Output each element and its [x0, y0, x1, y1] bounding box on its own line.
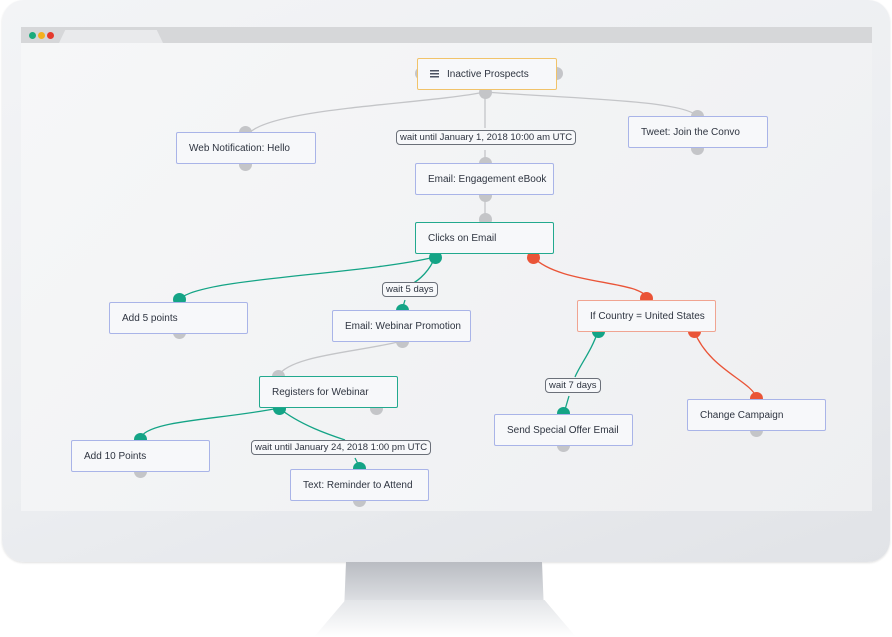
node-email-webinar[interactable]: Email: Webinar Promotion	[332, 310, 471, 342]
node-inactive-prospects[interactable]: Inactive Prospects	[417, 58, 557, 90]
node-label: Send Special Offer Email	[507, 424, 619, 436]
node-text-reminder[interactable]: Text: Reminder to Attend	[290, 469, 429, 501]
wait-7-days[interactable]: wait 7 days	[545, 378, 601, 393]
monitor-stand-base	[314, 600, 576, 637]
window-red-dot[interactable]	[47, 32, 54, 39]
node-change-campaign[interactable]: Change Campaign	[687, 399, 826, 431]
node-label: Inactive Prospects	[447, 68, 529, 80]
wait-5-days[interactable]: wait 5 days	[382, 282, 438, 297]
node-label: If Country = United States	[590, 310, 705, 322]
browser-window	[21, 27, 872, 511]
node-label: Add 10 Points	[84, 450, 147, 462]
node-label: Change Campaign	[700, 409, 784, 421]
node-label: Email: Webinar Promotion	[345, 320, 461, 332]
node-email-ebook[interactable]: Email: Engagement eBook	[415, 163, 554, 195]
node-label: Registers for Webinar	[272, 386, 369, 398]
node-clicks-on-email[interactable]: Clicks on Email	[415, 222, 554, 254]
node-label: Clicks on Email	[428, 232, 497, 244]
node-special-offer-email[interactable]: Send Special Offer Email	[494, 414, 633, 446]
window-yellow-dot[interactable]	[38, 32, 45, 39]
browser-tab[interactable]	[59, 30, 163, 43]
node-add-5-points[interactable]: Add 5 points	[109, 302, 248, 334]
node-if-country[interactable]: If Country = United States	[577, 300, 716, 332]
node-label: Email: Engagement eBook	[428, 173, 547, 185]
wait-jan-24[interactable]: wait until January 24, 2018 1:00 pm UTC	[251, 440, 432, 455]
node-label: Tweet: Join the Convo	[641, 126, 740, 138]
node-tweet[interactable]: Tweet: Join the Convo	[628, 116, 768, 148]
node-label: Text: Reminder to Attend	[303, 479, 413, 491]
node-label: Web Notification: Hello	[189, 142, 290, 154]
window-green-dot[interactable]	[29, 32, 36, 39]
browser-titlebar	[21, 27, 872, 43]
node-registers-webinar[interactable]: Registers for Webinar	[259, 376, 398, 408]
list-icon	[430, 70, 439, 78]
wait-jan-1[interactable]: wait until January 1, 2018 10:00 am UTC	[396, 130, 577, 145]
node-add-10-points[interactable]: Add 10 Points	[71, 440, 210, 472]
node-web-notification[interactable]: Web Notification: Hello	[176, 132, 316, 164]
node-label: Add 5 points	[122, 312, 178, 324]
